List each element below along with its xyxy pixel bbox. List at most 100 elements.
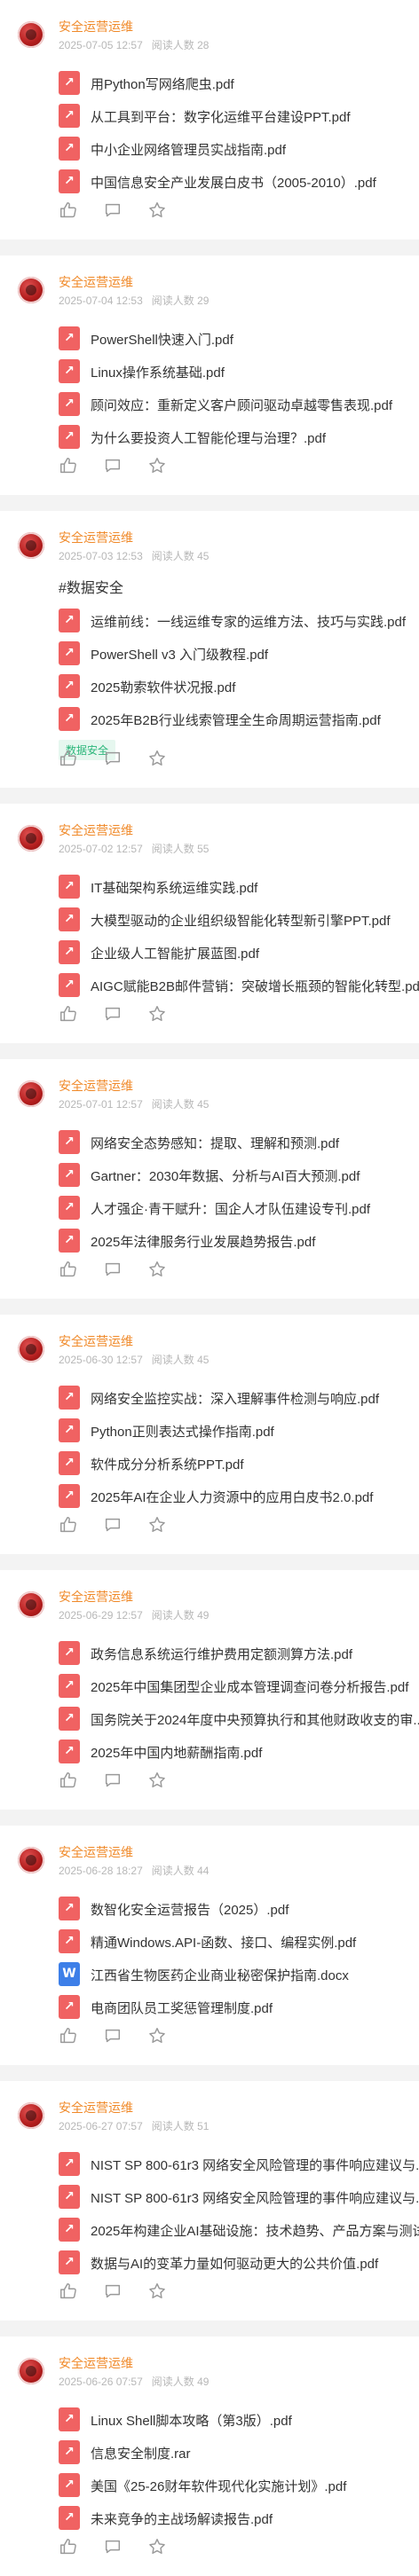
attachment-name[interactable]: 2025年B2B行业线索管理全生命周期运营指南.pdf (91, 711, 381, 729)
attachment-name[interactable]: NIST SP 800-61r3 网络安全风险管理的事件响应建议与... (91, 2188, 419, 2207)
post-card[interactable]: 安全运营运维 2025-07-05 12:57 阅读人数 28 ↗ 用Python写网络… (0, 0, 419, 240)
like-icon[interactable] (59, 1260, 78, 1279)
attachment-item[interactable]: ↗ PowerShell快速入门.pdf (59, 323, 419, 356)
attachment-name[interactable]: 江西省生物医药企业商业秘密保护指南.docx (91, 1966, 349, 1984)
attachment-item[interactable]: ↗ Linux操作系统基础.pdf (59, 356, 419, 389)
author-avatar[interactable] (18, 2358, 44, 2384)
star-icon[interactable] (147, 456, 167, 475)
post-card[interactable]: 安全运营运维 2025-07-03 12:53 阅读人数 45 #数据安全 ↗ 运维前线：… (0, 511, 419, 788)
attachment-item[interactable]: ↗ 网络安全监控实战：深入理解事件检测与响应.pdf (59, 1382, 419, 1415)
comment-icon[interactable] (103, 2026, 123, 2046)
attachment-item[interactable]: ↗ 从工具到平台：数字化运维平台建设PPT.pdf (59, 100, 419, 133)
author-avatar[interactable] (18, 1336, 44, 1363)
author-avatar[interactable] (18, 2102, 44, 2129)
like-icon[interactable] (59, 2281, 78, 2301)
attachment-item[interactable]: ↗ 2025年中国集团型企业成本管理调查问卷分析报告.pdf (59, 1670, 419, 1703)
like-icon[interactable] (59, 1771, 78, 1790)
attachment-name[interactable]: Python正则表达式操作指南.pdf (91, 1422, 274, 1441)
attachment-name[interactable]: 2025年中国内地薪酬指南.pdf (91, 1743, 262, 1762)
attachment-name[interactable]: 政务信息系统运行维护费用定额测算方法.pdf (91, 1645, 352, 1663)
attachment-name[interactable]: 企业级人工智能扩展蓝图.pdf (91, 944, 259, 962)
attachment-name[interactable]: 精通Windows.API-函数、接口、编程实例.pdf (91, 1933, 356, 1952)
attachment-name[interactable]: 2025年AI在企业人力资源中的应用白皮书2.0.pdf (91, 1488, 373, 1506)
attachment-name[interactable]: 2025年中国集团型企业成本管理调查问卷分析报告.pdf (91, 1677, 408, 1696)
attachment-name[interactable]: 未来竞争的主战场解读报告.pdf (91, 2509, 273, 2528)
star-icon[interactable] (147, 1004, 167, 1024)
post-card[interactable]: 安全运营运维 2025-06-27 07:57 阅读人数 51 ↗ NIST SP 80… (0, 2081, 419, 2321)
post-card[interactable]: 安全运营运维 2025-06-26 07:57 阅读人数 49 ↗ Linux Shel… (0, 2336, 419, 2576)
attachment-name[interactable]: 中小企业网络管理员实战指南.pdf (91, 140, 286, 159)
author-avatar[interactable] (18, 532, 44, 559)
attachment-name[interactable]: PowerShell快速入门.pdf (91, 330, 233, 349)
comment-icon[interactable] (103, 749, 123, 768)
attachment-name[interactable]: 信息安全制度.rar (91, 2444, 191, 2462)
attachment-item[interactable]: ↗ 精通Windows.API-函数、接口、编程实例.pdf (59, 1926, 419, 1959)
attachment-item[interactable]: ↗ Gartner：2030年数据、分析与AI百大预测.pdf (59, 1159, 419, 1192)
attachment-item[interactable]: ↗ 2025年B2B行业线索管理全生命周期运营指南.pdf (59, 703, 419, 736)
attachment-item[interactable]: ↗ IT基础架构系统运维实践.pdf (59, 871, 419, 904)
attachment-name[interactable]: 运维前线：一线运维专家的运维方法、技巧与实践.pdf (91, 612, 406, 631)
comment-icon[interactable] (103, 456, 123, 475)
post-card[interactable]: 安全运营运维 2025-06-28 18:27 阅读人数 44 ↗ 数智化安全运营报告（… (0, 1826, 419, 2065)
attachment-item[interactable]: ↗ 网络安全态势感知：提取、理解和预测.pdf (59, 1127, 419, 1159)
comment-icon[interactable] (103, 1515, 123, 1535)
attachment-name[interactable]: Gartner：2030年数据、分析与AI百大预测.pdf (91, 1166, 360, 1185)
author-avatar[interactable] (18, 277, 44, 303)
author-name[interactable]: 安全运营运维 (59, 529, 133, 546)
attachment-item[interactable]: ↗ NIST SP 800-61r3 网络安全风险管理的事件响应建议与... (59, 2148, 419, 2181)
comment-icon[interactable] (103, 1260, 123, 1279)
like-icon[interactable] (59, 2026, 78, 2046)
author-name[interactable]: 安全运营运维 (59, 1588, 133, 1606)
star-icon[interactable] (147, 2026, 167, 2046)
author-name[interactable]: 安全运营运维 (59, 2354, 133, 2372)
attachment-item[interactable]: ↗ Linux Shell脚本攻略（第3版）.pdf (59, 2404, 419, 2437)
attachment-item[interactable]: ↗ 2025勒索软件状况报.pdf (59, 671, 419, 703)
attachment-item[interactable]: ↗ 2025年法律服务行业发展趋势报告.pdf (59, 1225, 419, 1258)
like-icon[interactable] (59, 200, 78, 220)
attachment-item[interactable]: ↗ 顾问效应：重新定义客户顾问驱动卓越零售表现.pdf (59, 389, 419, 421)
attachment-name[interactable]: PowerShell v3 入门级教程.pdf (91, 645, 268, 664)
author-avatar[interactable] (18, 1080, 44, 1107)
comment-icon[interactable] (103, 1771, 123, 1790)
attachment-item[interactable]: ↗ 信息安全制度.rar (59, 2437, 419, 2470)
author-name[interactable]: 安全运营运维 (59, 273, 133, 291)
attachment-name[interactable]: 软件成分分析系统PPT.pdf (91, 1455, 244, 1473)
attachment-name[interactable]: 大模型驱动的企业组织级智能化转型新引擎PPT.pdf (91, 911, 391, 930)
attachment-name[interactable]: 数智化安全运营报告（2025）.pdf (91, 1900, 289, 1919)
attachment-item[interactable]: ↗ 大模型驱动的企业组织级智能化转型新引擎PPT.pdf (59, 904, 419, 937)
attachment-item[interactable]: ↗ 数智化安全运营报告（2025）.pdf (59, 1893, 419, 1926)
post-card[interactable]: 安全运营运维 2025-06-29 12:57 阅读人数 49 ↗ 政务信息系统运行维护… (0, 1570, 419, 1810)
attachment-item[interactable]: ↗ 未来竞争的主战场解读报告.pdf (59, 2502, 419, 2535)
attachment-item[interactable]: ↗ 运维前线：一线运维专家的运维方法、技巧与实践.pdf (59, 605, 419, 638)
attachment-name[interactable]: Linux Shell脚本攻略（第3版）.pdf (91, 2411, 292, 2430)
attachment-name[interactable]: 人才强企·青干赋升：国企人才队伍建设专刊.pdf (91, 1199, 370, 1218)
star-icon[interactable] (147, 2281, 167, 2301)
attachment-item[interactable]: ↗ 人才强企·青干赋升：国企人才队伍建设专刊.pdf (59, 1192, 419, 1225)
post-card[interactable]: 安全运营运维 2025-07-02 12:57 阅读人数 55 ↗ IT基础架构系统运维… (0, 804, 419, 1043)
attachment-name[interactable]: 为什么要投资人工智能伦理与治理？.pdf (91, 428, 326, 447)
attachment-name[interactable]: 网络安全监控实战：深入理解事件检测与响应.pdf (91, 1389, 379, 1408)
star-icon[interactable] (147, 1260, 167, 1279)
author-avatar[interactable] (18, 825, 44, 852)
attachment-item[interactable]: ↗ 美国《25-26财年软件现代化实施计划》.pdf (59, 2470, 419, 2502)
attachment-name[interactable]: 顾问效应：重新定义客户顾问驱动卓越零售表现.pdf (91, 396, 392, 414)
like-icon[interactable] (59, 1004, 78, 1024)
author-name[interactable]: 安全运营运维 (59, 821, 133, 839)
attachment-item[interactable]: ↗ 政务信息系统运行维护费用定额测算方法.pdf (59, 1637, 419, 1670)
star-icon[interactable] (147, 749, 167, 768)
attachment-name[interactable]: IT基础架构系统运维实践.pdf (91, 878, 257, 897)
attachment-item[interactable]: ↗ 2025年构建企业AI基础设施：技术趋势、产品方案与测试... (59, 2214, 419, 2247)
attachment-name[interactable]: 电商团队员工奖惩管理制度.pdf (91, 1999, 273, 2017)
hashtag-link[interactable]: #数据安全 (59, 578, 419, 605)
attachment-item[interactable]: ↗ 国务院关于2024年度中央预算执行和其他财政收支的审... (59, 1703, 419, 1736)
attachment-name[interactable]: 数据与AI的变革力量如何驱动更大的公共价值.pdf (91, 2254, 378, 2273)
attachment-item[interactable]: ↗ NIST SP 800-61r3 网络安全风险管理的事件响应建议与... (59, 2181, 419, 2214)
attachment-item[interactable]: ↗ 2025年AI在企业人力资源中的应用白皮书2.0.pdf (59, 1480, 419, 1513)
attachment-name[interactable]: 中国信息安全产业发展白皮书（2005-2010）.pdf (91, 173, 376, 192)
attachment-name[interactable]: 从工具到平台：数字化运维平台建设PPT.pdf (91, 107, 351, 126)
like-icon[interactable] (59, 2537, 78, 2556)
attachment-item[interactable]: W 江西省生物医药企业商业秘密保护指南.docx (59, 1959, 419, 1991)
attachment-item[interactable]: ↗ 企业级人工智能扩展蓝图.pdf (59, 937, 419, 970)
author-avatar[interactable] (18, 1591, 44, 1618)
star-icon[interactable] (147, 2537, 167, 2556)
